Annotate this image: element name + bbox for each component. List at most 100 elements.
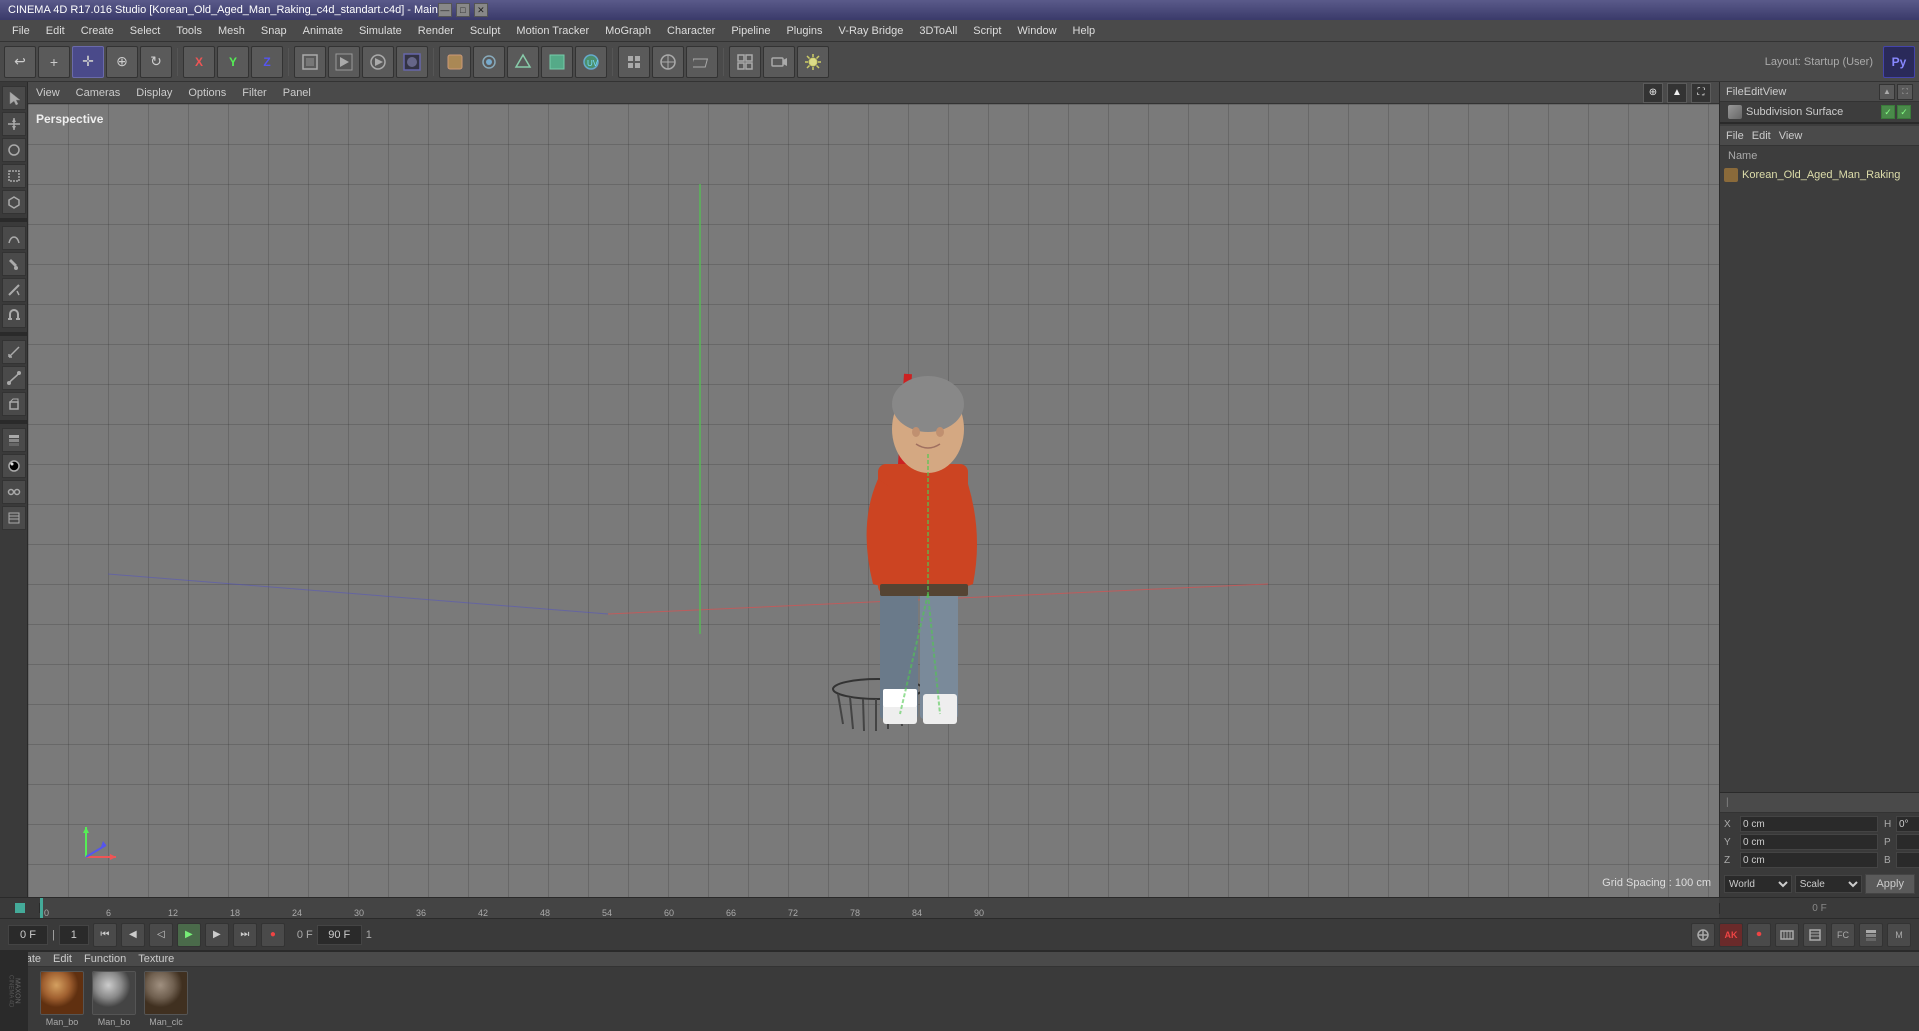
mat-texture-menu[interactable]: Texture bbox=[138, 953, 174, 965]
render-active-btn[interactable] bbox=[328, 46, 360, 78]
current-frame-input[interactable] bbox=[8, 925, 48, 945]
edge-mode-btn[interactable] bbox=[507, 46, 539, 78]
y-axis-btn[interactable]: Y bbox=[217, 46, 249, 78]
obj-mgr-view[interactable]: View bbox=[1763, 86, 1787, 98]
menu-vray[interactable]: V-Ray Bridge bbox=[831, 23, 912, 39]
move-tool-btn-left[interactable] bbox=[2, 112, 26, 136]
vp-menu-cameras[interactable]: Cameras bbox=[76, 87, 121, 99]
render-preview-btn[interactable] bbox=[362, 46, 394, 78]
subdiv-check-editor[interactable]: ✓ bbox=[1881, 105, 1895, 119]
menu-render[interactable]: Render bbox=[410, 23, 462, 39]
quantize-btn[interactable] bbox=[652, 46, 684, 78]
menu-sculpt[interactable]: Sculpt bbox=[462, 23, 509, 39]
undo-button[interactable]: ↩ bbox=[4, 46, 36, 78]
poly-select-btn[interactable] bbox=[2, 190, 26, 214]
close-button[interactable]: ✕ bbox=[474, 3, 488, 17]
timeline-ruler[interactable]: 0 6 12 18 24 30 36 42 48 54 60 66 72 78 … bbox=[40, 898, 1719, 918]
z-pos-input[interactable] bbox=[1740, 852, 1878, 868]
object-mode-btn[interactable] bbox=[439, 46, 471, 78]
menu-create[interactable]: Create bbox=[73, 23, 122, 39]
scale-tool-button[interactable]: ⊕ bbox=[106, 46, 138, 78]
obj-mgr-minimize[interactable]: ▲ bbox=[1879, 84, 1895, 100]
menu-mesh[interactable]: Mesh bbox=[210, 23, 253, 39]
menu-snap[interactable]: Snap bbox=[253, 23, 295, 39]
frame-step-input[interactable] bbox=[59, 925, 89, 945]
live-selection-btn[interactable] bbox=[2, 138, 26, 162]
menu-mograph[interactable]: MoGraph bbox=[597, 23, 659, 39]
y-pos-input[interactable] bbox=[1740, 834, 1878, 850]
obj-mgr-bottom-file[interactable]: File bbox=[1726, 130, 1744, 142]
rotate-tool-button[interactable]: ↻ bbox=[140, 46, 172, 78]
vp-menu-options[interactable]: Options bbox=[188, 87, 226, 99]
brush-tool-btn[interactable] bbox=[2, 252, 26, 276]
quad-view-btn[interactable] bbox=[729, 46, 761, 78]
object-manager-btn[interactable] bbox=[2, 506, 26, 530]
menu-tools[interactable]: Tools bbox=[168, 23, 210, 39]
transform-mode-dropdown[interactable]: Scale bbox=[1795, 875, 1863, 893]
layer-btn[interactable] bbox=[2, 428, 26, 452]
btn-morph[interactable]: M bbox=[1887, 923, 1911, 947]
spline-tool-btn[interactable] bbox=[2, 226, 26, 250]
menu-script[interactable]: Script bbox=[965, 23, 1009, 39]
mat-edit-menu[interactable]: Edit bbox=[53, 953, 72, 965]
btn-layer-mgr[interactable] bbox=[1859, 923, 1883, 947]
camera-btn[interactable] bbox=[763, 46, 795, 78]
magnet-btn[interactable] bbox=[2, 304, 26, 328]
btn-prev-frame[interactable]: ◀ bbox=[121, 923, 145, 947]
menu-help[interactable]: Help bbox=[1065, 23, 1104, 39]
extrude-btn[interactable] bbox=[2, 392, 26, 416]
move-tool-button[interactable]: ✛ bbox=[72, 46, 104, 78]
select-tool-btn[interactable] bbox=[2, 86, 26, 110]
menu-character[interactable]: Character bbox=[659, 23, 723, 39]
menu-animate[interactable]: Animate bbox=[295, 23, 351, 39]
menu-window[interactable]: Window bbox=[1009, 23, 1064, 39]
render-region-btn[interactable] bbox=[294, 46, 326, 78]
btn-play[interactable]: ▶ bbox=[177, 923, 201, 947]
shader-btn[interactable] bbox=[2, 454, 26, 478]
measure-btn[interactable] bbox=[2, 340, 26, 364]
material-swatch-1[interactable]: Man_bo bbox=[40, 971, 84, 1027]
h-rot-input[interactable] bbox=[1896, 816, 1919, 832]
xpresso-btn[interactable] bbox=[2, 480, 26, 504]
material-swatch-2[interactable]: Man_bo bbox=[92, 971, 136, 1027]
obj-mgr-edit[interactable]: Edit bbox=[1744, 86, 1763, 98]
vp-menu-filter[interactable]: Filter bbox=[242, 87, 266, 99]
light-btn[interactable] bbox=[797, 46, 829, 78]
snap-btn[interactable] bbox=[618, 46, 650, 78]
z-axis-btn[interactable]: Z bbox=[251, 46, 283, 78]
point-mode-btn[interactable] bbox=[473, 46, 505, 78]
obj-mgr-file[interactable]: File bbox=[1726, 86, 1744, 98]
vp-menu-display[interactable]: Display bbox=[136, 87, 172, 99]
btn-f-curve[interactable]: FC bbox=[1831, 923, 1855, 947]
btn-play-reverse[interactable]: ◁ bbox=[149, 923, 173, 947]
mat-function-menu[interactable]: Function bbox=[84, 953, 126, 965]
subdivision-surface-item[interactable]: Subdivision Surface ✓ ✓ bbox=[1720, 102, 1919, 122]
menu-3dtoall[interactable]: 3DToAll bbox=[911, 23, 965, 39]
menu-file[interactable]: File bbox=[4, 23, 38, 39]
x-axis-btn[interactable]: X bbox=[183, 46, 215, 78]
obj-mgr-expand[interactable]: ⛶ bbox=[1897, 84, 1913, 100]
btn-motion-clip[interactable] bbox=[1775, 923, 1799, 947]
menu-motion-tracker[interactable]: Motion Tracker bbox=[508, 23, 597, 39]
material-swatch-3[interactable]: Man_clc bbox=[144, 971, 188, 1027]
menu-pipeline[interactable]: Pipeline bbox=[723, 23, 778, 39]
pen-tool-btn[interactable] bbox=[2, 366, 26, 390]
menu-plugins[interactable]: Plugins bbox=[778, 23, 830, 39]
menu-edit[interactable]: Edit bbox=[38, 23, 73, 39]
btn-goto-end[interactable]: ⏭ bbox=[233, 923, 257, 947]
apply-button[interactable]: Apply bbox=[1865, 874, 1915, 894]
subdiv-check-render[interactable]: ✓ bbox=[1897, 105, 1911, 119]
btn-next-frame[interactable]: ▶ bbox=[205, 923, 229, 947]
b-rot-input[interactable] bbox=[1896, 852, 1919, 868]
timeline-position-marker[interactable] bbox=[40, 898, 43, 918]
btn-goto-start[interactable]: ⏮ bbox=[93, 923, 117, 947]
vp-expand-icon[interactable]: ⊕ bbox=[1643, 83, 1663, 103]
tree-item-model[interactable]: Korean_Old_Aged_Man_Raking bbox=[1720, 166, 1919, 184]
coord-system-dropdown[interactable]: World bbox=[1724, 875, 1792, 893]
interactive-render-btn[interactable] bbox=[396, 46, 428, 78]
btn-key-all[interactable] bbox=[1691, 923, 1715, 947]
maximize-button[interactable]: □ bbox=[456, 3, 470, 17]
playback-end-input[interactable] bbox=[317, 925, 362, 945]
viewport-3d[interactable]: Perspective bbox=[28, 104, 1719, 897]
polygon-mode-btn[interactable] bbox=[541, 46, 573, 78]
